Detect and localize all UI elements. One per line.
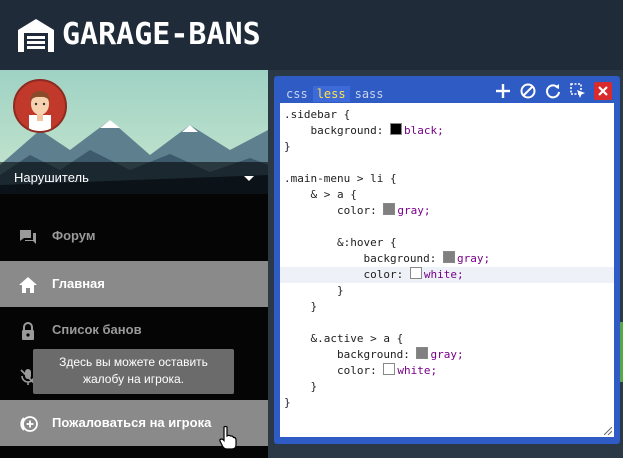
code-token: } bbox=[284, 396, 291, 409]
user-name: Нарушитель bbox=[14, 170, 89, 185]
code-token: color: gray; bbox=[284, 203, 431, 217]
code-value: white; bbox=[397, 364, 438, 377]
color-swatch bbox=[383, 363, 396, 375]
tooltip-line: Здесь вы можете оставить bbox=[59, 355, 208, 369]
sidebar-item-home[interactable]: Главная bbox=[0, 261, 268, 307]
style-editor-panel: css less sass .sidebar { background: black… bbox=[274, 76, 620, 444]
color-swatch bbox=[409, 267, 422, 279]
sidebar-item-forum[interactable]: Форум bbox=[0, 213, 268, 259]
code-line: .main-menu > li { bbox=[284, 171, 397, 187]
code-property: background: bbox=[284, 252, 443, 265]
refresh-icon[interactable] bbox=[544, 82, 562, 100]
sidebar-item-label: Форум bbox=[52, 228, 96, 243]
code-token: } bbox=[284, 284, 344, 297]
code-line: background: gray; bbox=[284, 251, 490, 267]
caret-down-icon bbox=[244, 176, 254, 181]
code-line: &:hover { bbox=[284, 235, 397, 251]
editor-tabs: css less sass bbox=[282, 83, 389, 102]
code-line: color: white; bbox=[284, 363, 437, 379]
code-line: color: gray; bbox=[284, 203, 430, 219]
code-token: &:hover { bbox=[284, 236, 397, 249]
code-value: white; bbox=[423, 268, 464, 281]
code-token: background: gray; bbox=[284, 347, 464, 361]
code-token: } bbox=[284, 140, 291, 153]
code-token: & > a { bbox=[284, 188, 357, 201]
garage-logo-icon[interactable] bbox=[16, 16, 56, 54]
select-icon[interactable] bbox=[569, 82, 587, 100]
app-header: GARAGE-BANS bbox=[0, 0, 623, 70]
color-swatch bbox=[416, 347, 429, 359]
profile-banner: Нарушитель bbox=[0, 70, 268, 194]
editor-toolbar bbox=[487, 82, 612, 100]
code-property: background: bbox=[284, 124, 390, 137]
code-property: color: bbox=[284, 364, 384, 377]
color-swatch bbox=[442, 251, 455, 263]
code-token: .main-menu > li { bbox=[284, 172, 397, 185]
code-token: color: white; bbox=[284, 267, 464, 281]
report-icon bbox=[20, 416, 38, 432]
code-value: gray; bbox=[430, 348, 464, 361]
tooltip-line: жалобу на игрока. bbox=[82, 372, 185, 386]
sidebar-item-label: Список банов bbox=[52, 322, 142, 337]
code-line: & > a { bbox=[284, 187, 357, 203]
lock-icon bbox=[22, 322, 34, 340]
code-line: &.active > a { bbox=[284, 331, 403, 347]
user-dropdown[interactable]: Нарушитель bbox=[0, 162, 268, 194]
code-line: .sidebar { bbox=[284, 107, 350, 123]
code-line: } bbox=[284, 395, 291, 411]
code-token: color: white; bbox=[284, 363, 438, 377]
app-title[interactable]: GARAGE-BANS bbox=[62, 15, 261, 55]
sidebar-item-ban-list[interactable]: Список банов bbox=[0, 307, 268, 353]
plus-icon[interactable] bbox=[494, 82, 512, 100]
code-line: color: white; bbox=[284, 267, 464, 283]
code-line: background: gray; bbox=[284, 347, 464, 363]
close-icon[interactable] bbox=[594, 82, 612, 100]
avatar[interactable] bbox=[13, 79, 67, 133]
code-token: .sidebar { bbox=[284, 108, 351, 121]
sidebar: Нарушитель Форум Главная Список банов По… bbox=[0, 70, 268, 458]
tooltip: Здесь вы можете оставить жалобу на игрок… bbox=[33, 349, 234, 394]
code-value: gray; bbox=[397, 204, 431, 217]
code-line: background: black; bbox=[284, 123, 444, 139]
sidebar-item-label: Пожаловаться на игрока bbox=[52, 415, 212, 430]
code-token: background: gray; bbox=[284, 251, 491, 265]
color-swatch bbox=[383, 203, 396, 215]
code-value: black; bbox=[403, 124, 444, 137]
resize-handle-icon[interactable] bbox=[604, 427, 612, 435]
code-property: color: bbox=[284, 268, 410, 281]
code-line: } bbox=[284, 379, 317, 395]
code-editor[interactable]: .sidebar { background: black; } .main-me… bbox=[280, 103, 614, 437]
tab-sass[interactable]: sass bbox=[351, 86, 388, 102]
disable-icon[interactable] bbox=[519, 82, 537, 100]
code-property: background: bbox=[284, 348, 417, 361]
code-token: background: black; bbox=[284, 123, 444, 137]
code-token: } bbox=[284, 300, 318, 313]
forum-icon bbox=[20, 230, 36, 244]
hand-cursor-icon bbox=[219, 425, 237, 450]
home-icon bbox=[19, 277, 37, 293]
code-token: &.active > a { bbox=[284, 332, 404, 345]
code-value: gray; bbox=[456, 252, 491, 265]
color-swatch bbox=[389, 123, 402, 135]
code-line: } bbox=[284, 139, 291, 155]
code-line: } bbox=[284, 299, 317, 315]
code-property: color: bbox=[284, 204, 384, 217]
code-token: } bbox=[284, 380, 318, 393]
code-line: } bbox=[284, 283, 344, 299]
tab-less[interactable]: less bbox=[312, 86, 350, 102]
sidebar-item-label: Главная bbox=[52, 276, 105, 291]
tab-css[interactable]: css bbox=[282, 86, 312, 102]
